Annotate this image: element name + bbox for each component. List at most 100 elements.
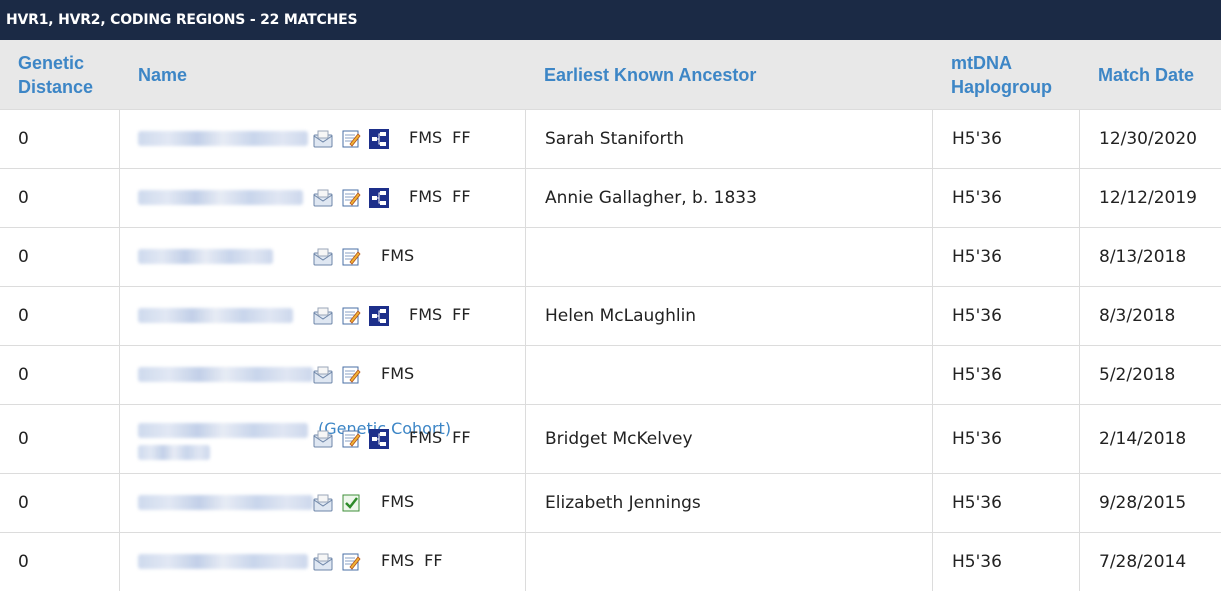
fms-tag: FMS	[381, 363, 415, 383]
tree-icon[interactable]	[369, 129, 389, 149]
match-date-value: 2/14/2018	[1099, 429, 1187, 449]
col-mtdna-haplogroup[interactable]: mtDNA Haplogroup	[951, 40, 1071, 109]
column-divider	[1079, 405, 1080, 473]
fms-tag: FMS	[409, 186, 443, 206]
table-row[interactable]: 0 FMS FF H5'36 7/28/2014	[0, 532, 1221, 591]
match-name-redacted[interactable]	[138, 445, 210, 460]
fms-tag: FMS	[381, 550, 415, 570]
fms-tag: FMS	[409, 304, 443, 324]
notes-icon[interactable]	[341, 306, 361, 326]
match-name-redacted[interactable]	[138, 423, 308, 438]
column-divider	[932, 533, 933, 591]
match-name-redacted[interactable]	[138, 367, 313, 382]
column-divider	[932, 110, 933, 168]
column-divider	[525, 533, 526, 591]
results-title: HVR1, HVR2, CODING REGIONS - 22 MATCHES	[6, 12, 358, 28]
column-divider	[119, 474, 120, 532]
results-title-bar: HVR1, HVR2, CODING REGIONS - 22 MATCHES	[0, 0, 1221, 40]
email-icon[interactable]	[313, 129, 333, 149]
match-date-value: 8/3/2018	[1099, 306, 1176, 326]
earliest-ancestor-value: Annie Gallagher, b. 1833	[545, 188, 757, 208]
match-name-redacted[interactable]	[138, 554, 308, 569]
notes-icon[interactable]	[341, 247, 361, 267]
earliest-ancestor-value: Bridget McKelvey	[545, 429, 693, 449]
notes-icon[interactable]	[341, 188, 361, 208]
table-row[interactable]: 0 (Genetic Cohort) FMS FF Bridget McKelvey H5…	[0, 404, 1221, 473]
tree-icon[interactable]	[369, 188, 389, 208]
column-divider	[932, 287, 933, 345]
match-date-value: 9/28/2015	[1099, 493, 1187, 513]
column-divider	[932, 228, 933, 286]
column-divider	[1079, 110, 1080, 168]
column-divider	[119, 405, 120, 473]
column-divider	[119, 169, 120, 227]
notes-checked-icon[interactable]	[341, 493, 361, 513]
haplogroup-value: H5'36	[952, 552, 1002, 572]
column-divider	[525, 169, 526, 227]
col-genetic-distance[interactable]: Genetic Distance	[18, 40, 118, 109]
ff-tag: FF	[452, 186, 471, 206]
genetic-distance-value: 0	[18, 365, 29, 385]
column-divider	[119, 346, 120, 404]
column-divider	[1079, 228, 1080, 286]
haplogroup-value: H5'36	[952, 429, 1002, 449]
table-row[interactable]: 0 FMS H5'36 8/13/2018	[0, 227, 1221, 286]
column-divider	[1079, 346, 1080, 404]
col-earliest-ancestor[interactable]: Earliest Known Ancestor	[544, 40, 904, 109]
column-divider	[932, 169, 933, 227]
ff-tag: FF	[424, 550, 443, 570]
match-date-value: 7/28/2014	[1099, 552, 1187, 572]
column-divider	[932, 346, 933, 404]
col-name[interactable]: Name	[138, 40, 438, 109]
table-row[interactable]: 0 FMS FF Sarah Staniforth H5'36 12/30/2020	[0, 109, 1221, 168]
match-name-redacted[interactable]	[138, 308, 293, 323]
genetic-distance-value: 0	[18, 129, 29, 149]
column-divider	[525, 405, 526, 473]
genetic-distance-value: 0	[18, 429, 29, 449]
col-match-date[interactable]: Match Date	[1098, 40, 1218, 109]
notes-icon[interactable]	[341, 129, 361, 149]
genetic-distance-value: 0	[18, 188, 29, 208]
column-divider	[525, 474, 526, 532]
column-divider	[525, 346, 526, 404]
column-divider	[119, 228, 120, 286]
haplogroup-value: H5'36	[952, 247, 1002, 267]
notes-icon[interactable]	[341, 552, 361, 572]
email-icon[interactable]	[313, 493, 333, 513]
genetic-distance-value: 0	[18, 493, 29, 513]
table-row[interactable]: 0 FMS FF Annie Gallagher, b. 1833 H5'36 12/12…	[0, 168, 1221, 227]
table-row[interactable]: 0 FMS FF Helen McLaughlin H5'36 8/3/2018	[0, 286, 1221, 345]
column-divider	[1079, 287, 1080, 345]
column-divider	[1079, 474, 1080, 532]
column-divider	[119, 287, 120, 345]
notes-icon[interactable]	[341, 429, 361, 449]
match-date-value: 12/30/2020	[1099, 129, 1197, 149]
genetic-distance-value: 0	[18, 247, 29, 267]
tree-icon[interactable]	[369, 306, 389, 326]
email-icon[interactable]	[313, 247, 333, 267]
column-divider	[1079, 169, 1080, 227]
tree-icon[interactable]	[369, 429, 389, 449]
email-icon[interactable]	[313, 552, 333, 572]
haplogroup-value: H5'36	[952, 306, 1002, 326]
column-divider	[525, 110, 526, 168]
column-divider	[1079, 533, 1080, 591]
table-row[interactable]: 0 FMS H5'36 5/2/2018	[0, 345, 1221, 404]
haplogroup-value: H5'36	[952, 129, 1002, 149]
ff-tag: FF	[452, 304, 471, 324]
notes-icon[interactable]	[341, 365, 361, 385]
email-icon[interactable]	[313, 429, 333, 449]
email-icon[interactable]	[313, 365, 333, 385]
email-icon[interactable]	[313, 188, 333, 208]
haplogroup-value: H5'36	[952, 188, 1002, 208]
email-icon[interactable]	[313, 306, 333, 326]
table-row[interactable]: 0 FMS Elizabeth Jennings H5'36 9/28/2015	[0, 473, 1221, 532]
column-divider	[119, 110, 120, 168]
fms-tag: FMS	[409, 127, 443, 147]
match-name-redacted[interactable]	[138, 131, 308, 146]
match-name-redacted[interactable]	[138, 190, 303, 205]
column-divider	[525, 287, 526, 345]
earliest-ancestor-value	[545, 533, 915, 591]
match-name-redacted[interactable]	[138, 249, 273, 264]
match-name-redacted[interactable]	[138, 495, 313, 510]
